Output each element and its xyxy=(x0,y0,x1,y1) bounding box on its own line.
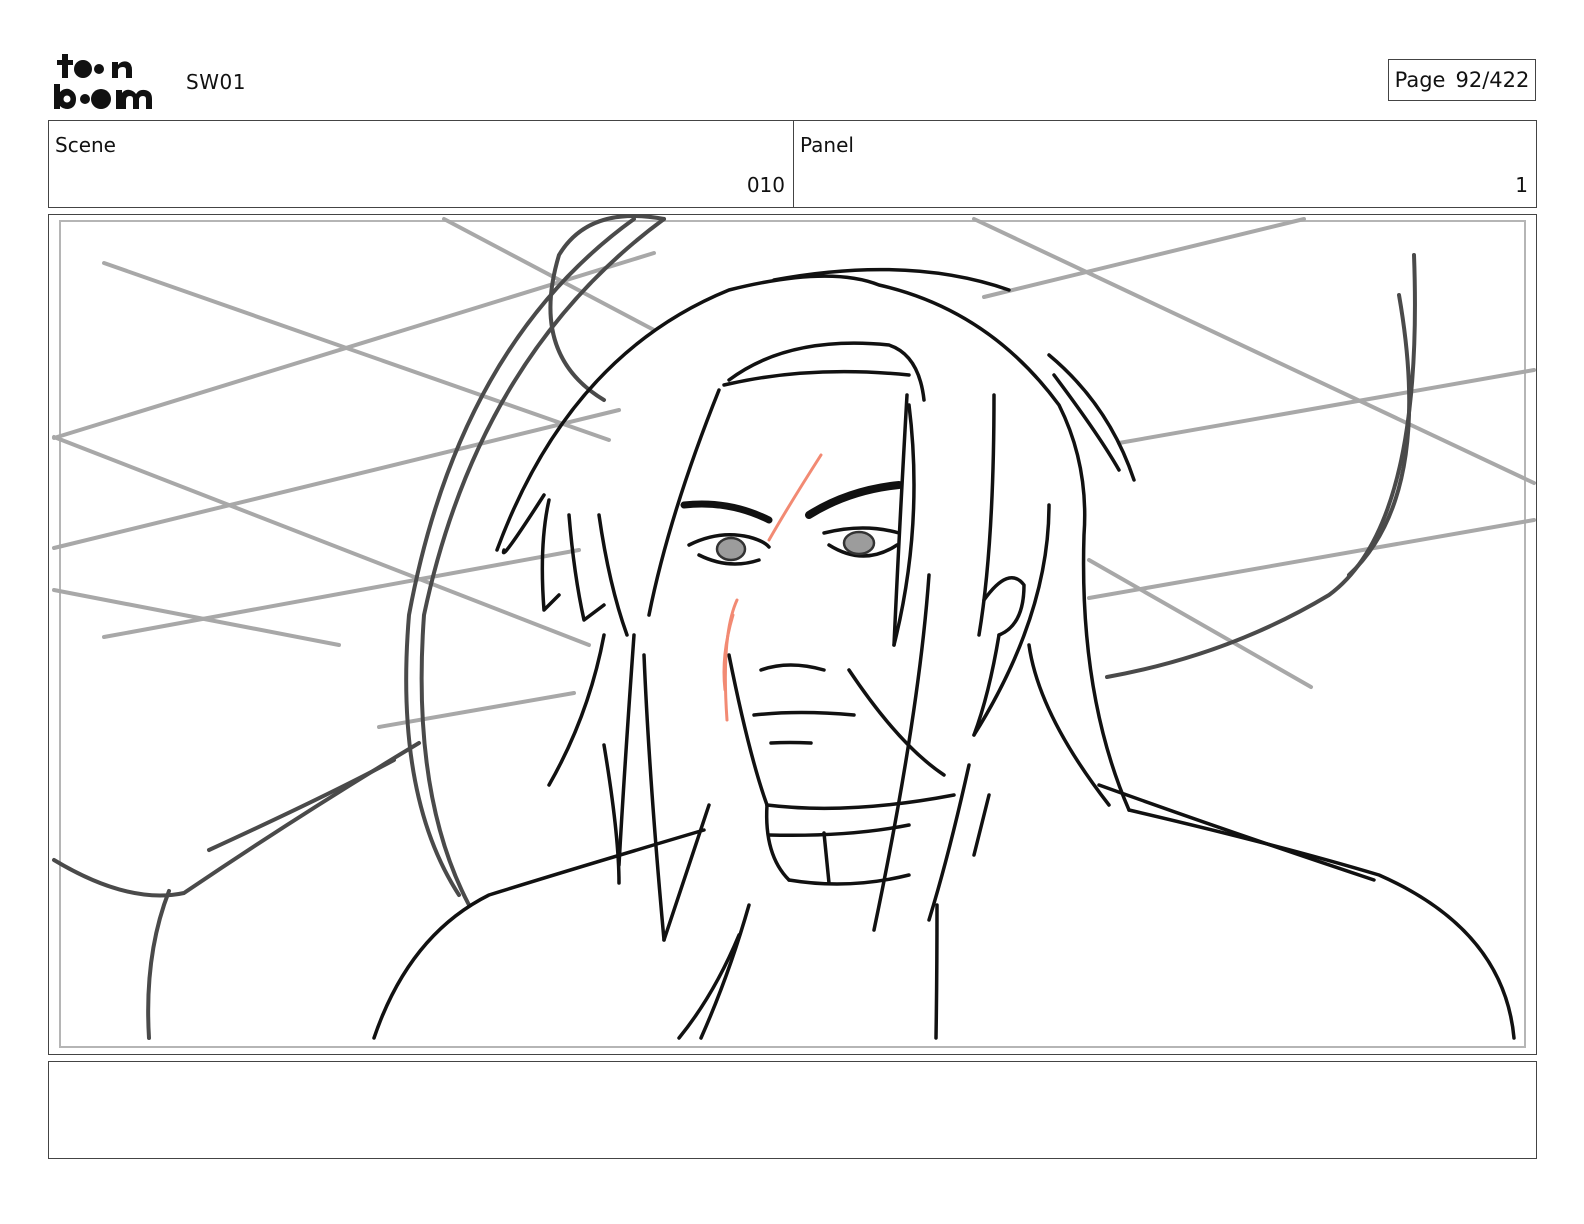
page-indicator: Page 92/422 xyxy=(1388,59,1536,101)
panel-number: 1 xyxy=(1515,173,1528,197)
panel-notes-box xyxy=(48,1061,1537,1159)
scar-marks xyxy=(722,453,823,722)
panel-label: Panel xyxy=(800,133,854,157)
framing-arcs xyxy=(52,215,1417,1040)
construction-lines xyxy=(52,217,1536,729)
storyboard-panel xyxy=(48,214,1537,1055)
page-label: Page xyxy=(1394,68,1446,92)
scene-cell: Scene 010 xyxy=(49,121,794,207)
scene-number: 010 xyxy=(746,173,785,197)
toon-boom-logo xyxy=(54,54,152,109)
project-code: SW01 xyxy=(186,70,246,94)
page-number: 92/422 xyxy=(1455,68,1530,92)
scene-label: Scene xyxy=(55,133,116,157)
character-lineart xyxy=(372,267,1516,1040)
panel-cell: Panel 1 xyxy=(794,121,1536,207)
scene-panel-info: Scene 010 Panel 1 xyxy=(48,120,1537,208)
storyboard-sketch xyxy=(52,215,1536,1048)
